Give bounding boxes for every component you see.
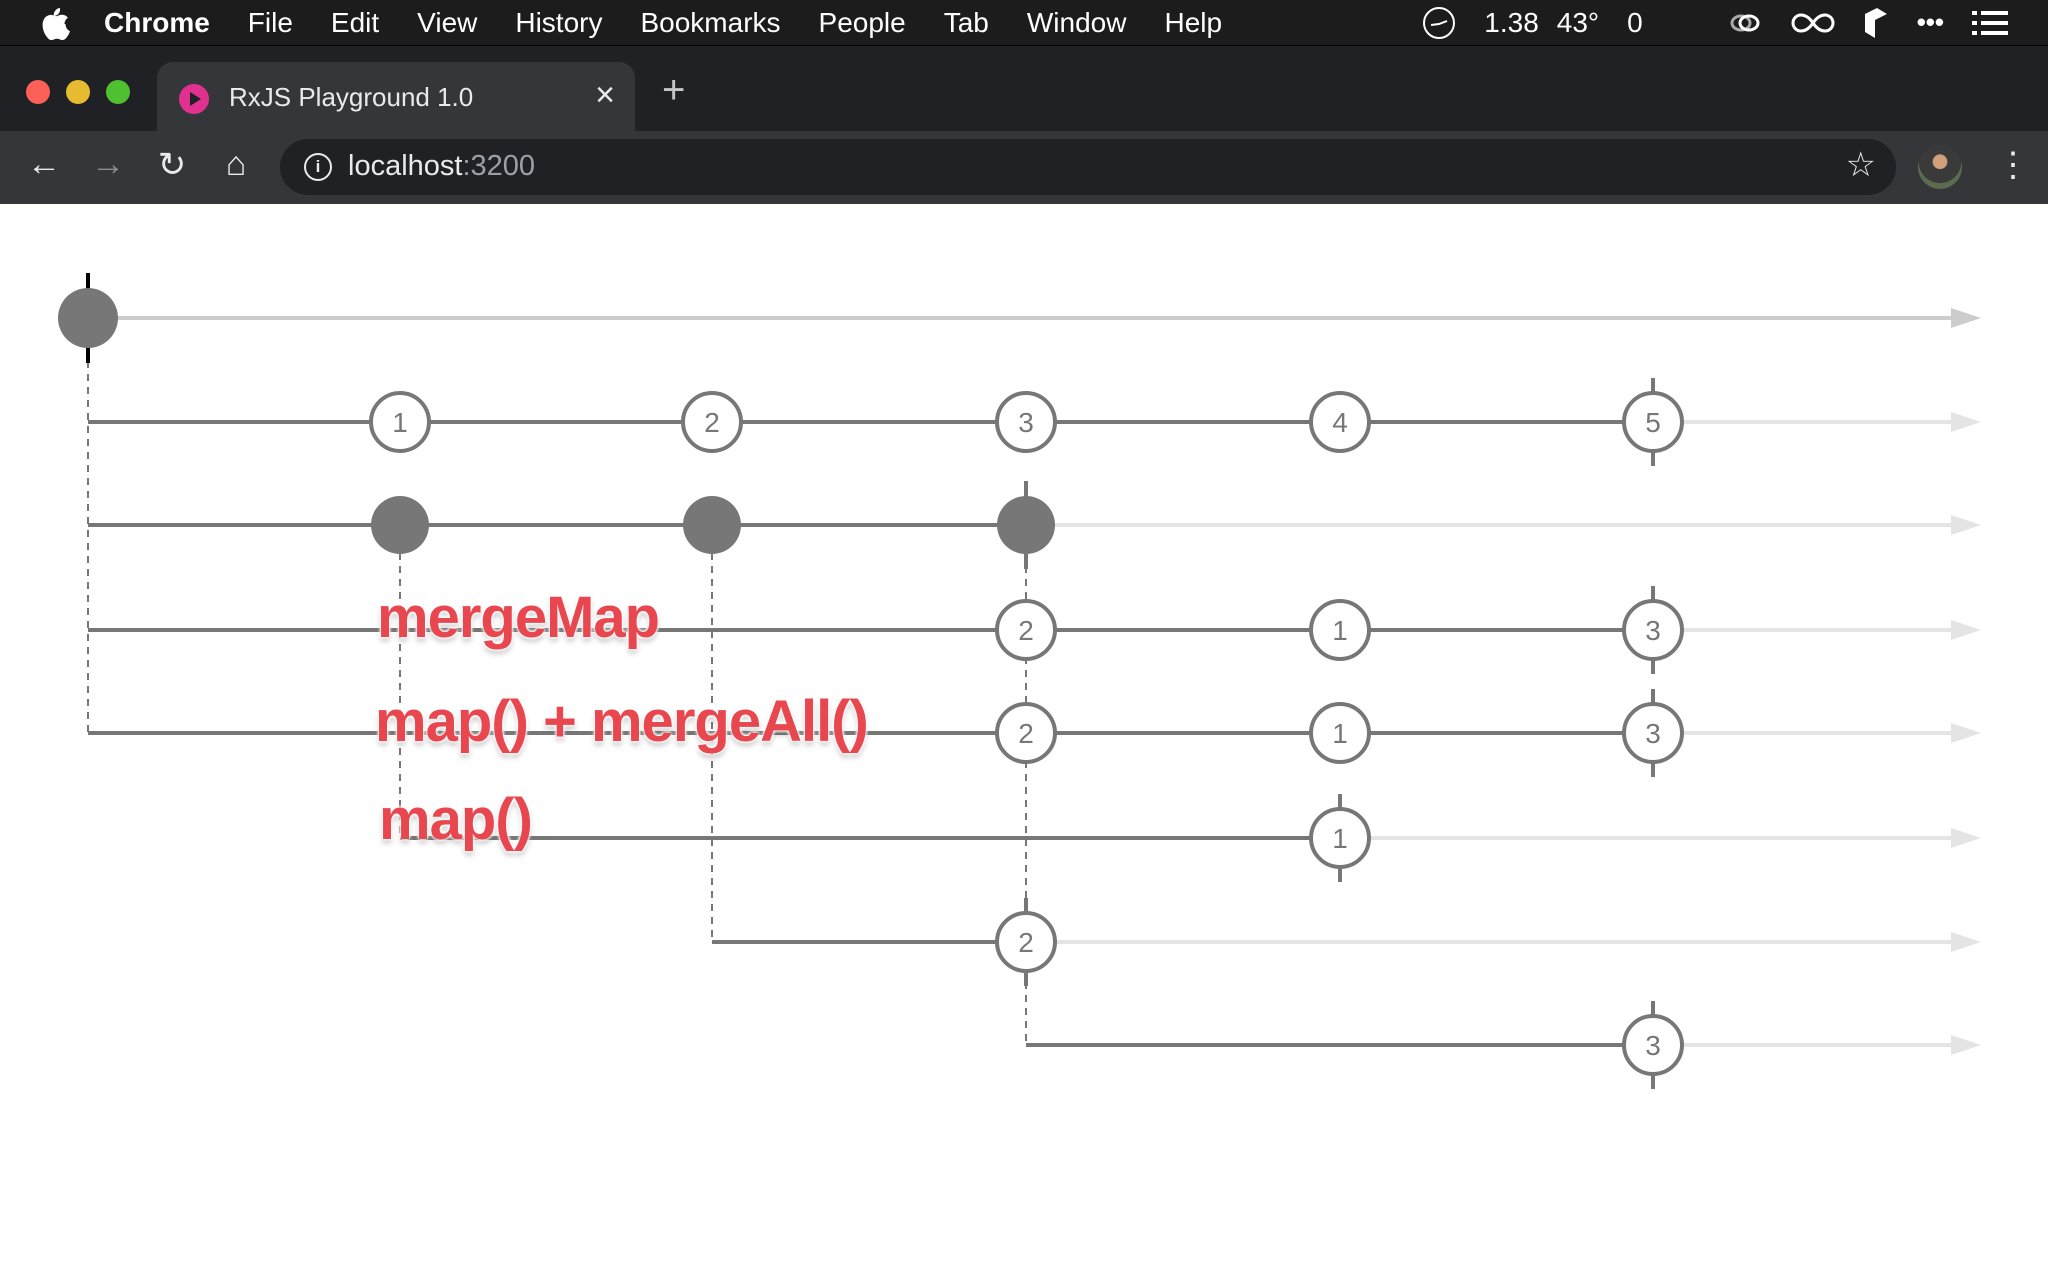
marble-value: 3 bbox=[1645, 718, 1661, 749]
tab-rxjs-playground[interactable]: RxJS Playground 1.0 × bbox=[157, 62, 635, 132]
infinity-icon[interactable] bbox=[1791, 8, 1835, 38]
arrow-inner-2 bbox=[1951, 932, 1981, 952]
info-icon[interactable]: i bbox=[304, 153, 332, 181]
close-window-button[interactable] bbox=[26, 80, 50, 104]
marble-value: 2 bbox=[1018, 927, 1034, 958]
marble-value: 4 bbox=[1332, 407, 1348, 438]
url-host: localhost bbox=[348, 150, 463, 182]
marble-value: 3 bbox=[1645, 615, 1661, 646]
arrow-map-mergeAll bbox=[1951, 723, 1981, 743]
address-bar[interactable]: i localhost:3200 ☆ bbox=[280, 139, 1896, 195]
label-map: map() bbox=[379, 787, 533, 852]
apple-icon[interactable] bbox=[40, 6, 70, 40]
marble-value: 1 bbox=[1332, 823, 1348, 854]
marble-value: 3 bbox=[1645, 1030, 1661, 1061]
menu-bookmarks[interactable]: Bookmarks bbox=[640, 7, 780, 39]
link-icon[interactable] bbox=[1727, 8, 1763, 38]
toolbar: ← → ↻ ⌂ i localhost:3200 ☆ ⋮ bbox=[0, 131, 2048, 204]
menu-tab[interactable]: Tab bbox=[944, 7, 989, 39]
load-readout: 1.38 bbox=[1484, 6, 1539, 38]
menu-window[interactable]: Window bbox=[1027, 7, 1127, 39]
count-readout: 0 bbox=[1627, 6, 1643, 38]
macos-menubar: Chrome File Edit View History Bookmarks … bbox=[0, 0, 2048, 45]
bookmark-star-icon[interactable]: ☆ bbox=[1846, 145, 1876, 185]
menu-chrome[interactable]: Chrome bbox=[104, 7, 210, 39]
menu-view[interactable]: View bbox=[417, 7, 477, 39]
more-icon[interactable]: ••• bbox=[1917, 7, 1944, 38]
back-icon[interactable]: ← bbox=[22, 145, 66, 184]
minimize-window-button[interactable] bbox=[66, 80, 90, 104]
marble bbox=[371, 496, 429, 554]
menu-file[interactable]: File bbox=[248, 7, 293, 39]
profile-avatar[interactable] bbox=[1918, 145, 1962, 189]
bookmark-icon[interactable] bbox=[1863, 6, 1889, 40]
marble-value: 3 bbox=[1018, 407, 1034, 438]
clock-icon[interactable] bbox=[1422, 6, 1456, 40]
temperature-readout: 43° bbox=[1556, 6, 1600, 38]
marble-value: 2 bbox=[1018, 615, 1034, 646]
tab-title: RxJS Playground 1.0 bbox=[229, 82, 474, 112]
marble-diagram: 1 2 3 4 5 2 1 3 2 1 3 1 2 3 bbox=[58, 273, 1981, 1089]
marble-value: 5 bbox=[1645, 407, 1661, 438]
close-tab-icon[interactable]: × bbox=[595, 76, 615, 115]
url-text[interactable]: localhost:3200 bbox=[348, 150, 535, 183]
marble-value: 1 bbox=[392, 407, 408, 438]
arrow-numbers bbox=[1951, 412, 1981, 432]
tab-strip: RxJS Playground 1.0 × + bbox=[0, 46, 2048, 132]
marble-value: 1 bbox=[1332, 615, 1348, 646]
maximize-window-button[interactable] bbox=[106, 80, 130, 104]
arrow-inner-3 bbox=[1951, 1035, 1981, 1055]
marble-value: 2 bbox=[704, 407, 720, 438]
source-marble bbox=[58, 288, 118, 348]
marble bbox=[997, 496, 1055, 554]
browser-chrome: RxJS Playground 1.0 × + ← → ↻ ⌂ i localh… bbox=[0, 45, 2048, 204]
label-mergemap: mergeMap bbox=[377, 585, 660, 650]
menu-people[interactable]: People bbox=[819, 7, 906, 39]
menu-edit[interactable]: Edit bbox=[331, 7, 379, 39]
source-arrow bbox=[1951, 308, 1981, 328]
menu-help[interactable]: Help bbox=[1164, 7, 1222, 39]
menu-history[interactable]: History bbox=[515, 7, 602, 39]
status-area: 1.38 43° 0 ••• bbox=[1394, 0, 2048, 45]
play-favicon-icon bbox=[179, 84, 209, 114]
marble bbox=[683, 496, 741, 554]
url-port: :3200 bbox=[462, 150, 536, 182]
label-map-mergeall: map() + mergeAll() bbox=[375, 689, 869, 754]
forward-icon[interactable]: → bbox=[86, 145, 130, 184]
arrow-inner-1 bbox=[1951, 828, 1981, 848]
marble-value: 2 bbox=[1018, 718, 1034, 749]
new-tab-button[interactable]: + bbox=[662, 68, 685, 113]
arrow-mergeMap bbox=[1951, 620, 1981, 640]
home-icon[interactable]: ⌂ bbox=[214, 145, 258, 184]
chrome-menu-icon[interactable]: ⋮ bbox=[1996, 145, 2030, 185]
arrow-clicks bbox=[1951, 515, 1981, 535]
reload-icon[interactable]: ↻ bbox=[150, 145, 194, 185]
marble-value: 1 bbox=[1332, 718, 1348, 749]
list-icon[interactable] bbox=[1972, 10, 2008, 36]
